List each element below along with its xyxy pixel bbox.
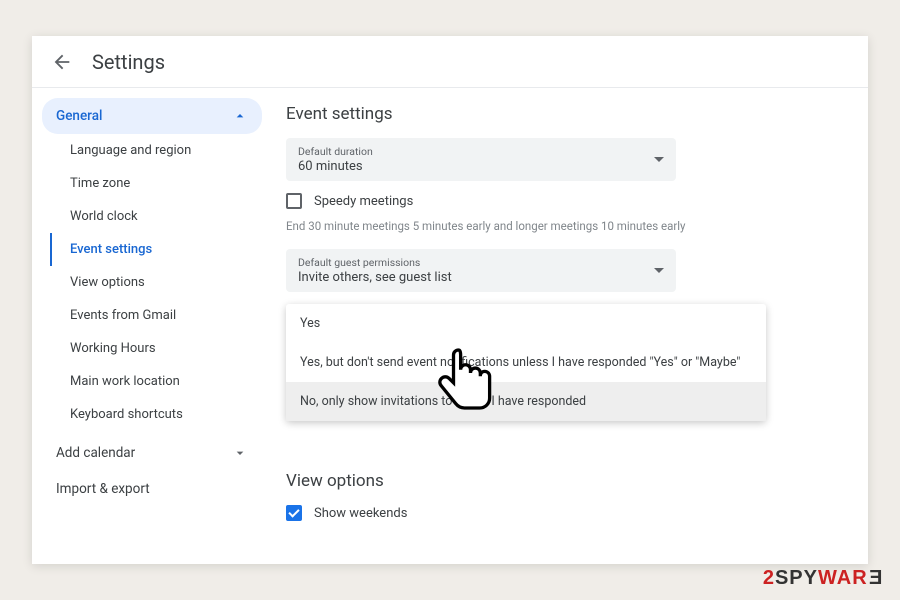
speedy-meetings-label: Speedy meetings [314, 194, 413, 209]
sidebar-group-add-calendar[interactable]: Add calendar [42, 435, 262, 471]
sidebar-item-keyboard-shortcuts[interactable]: Keyboard shortcuts [50, 398, 262, 431]
main-panel: Event settings Default duration 60 minut… [262, 88, 868, 564]
sidebar-item-events-gmail[interactable]: Events from Gmail [50, 299, 262, 332]
sidebar-group-general[interactable]: General [42, 98, 262, 134]
show-weekends-row[interactable]: Show weekends [286, 505, 840, 521]
speedy-meetings-helper: End 30 minute meetings 5 minutes early a… [286, 219, 840, 233]
watermark-logo: 2SPYWARE [763, 567, 882, 590]
chevron-down-icon [232, 445, 248, 461]
sidebar-item-event-settings[interactable]: Event settings [50, 233, 262, 266]
watermark-2: 2 [763, 567, 775, 589]
sidebar-item-work-location[interactable]: Main work location [50, 365, 262, 398]
default-duration-select[interactable]: Default duration 60 minutes [286, 138, 676, 181]
auto-add-invitations-dropdown: Yes Yes, but don't send event notificati… [286, 304, 766, 421]
sidebar-group-label: Import & export [56, 481, 150, 497]
watermark-spy: SPY [775, 567, 818, 589]
back-arrow-icon[interactable] [50, 50, 74, 74]
guest-permissions-value: Invite others, see guest list [298, 270, 452, 285]
guest-permissions-label: Default guest permissions [298, 256, 452, 269]
speedy-meetings-checkbox[interactable] [286, 193, 302, 209]
header-bar: Settings [32, 36, 868, 88]
default-duration-value: 60 minutes [298, 159, 373, 174]
sidebar-general-items: Language and region Time zone World cloc… [42, 134, 262, 431]
sidebar-item-language[interactable]: Language and region [50, 134, 262, 167]
guest-permissions-select[interactable]: Default guest permissions Invite others,… [286, 249, 676, 292]
sidebar-item-timezone[interactable]: Time zone [50, 167, 262, 200]
page-title: Settings [92, 50, 165, 74]
dropdown-caret-icon [654, 157, 664, 162]
sidebar-item-working-hours[interactable]: Working Hours [50, 332, 262, 365]
view-options-title: View options [286, 471, 840, 491]
sidebar-group-import-export[interactable]: Import & export [42, 471, 262, 507]
default-duration-label: Default duration [298, 145, 373, 158]
show-weekends-label: Show weekends [314, 506, 407, 521]
sidebar-group-label: Add calendar [56, 445, 135, 461]
settings-sidebar: General Language and region Time zone Wo… [32, 88, 262, 564]
dropdown-option-yes-conditional[interactable]: Yes, but don't send event notifications … [286, 343, 766, 382]
speedy-meetings-row[interactable]: Speedy meetings [286, 193, 840, 209]
body-layout: General Language and region Time zone Wo… [32, 88, 868, 564]
event-settings-title: Event settings [286, 104, 840, 124]
chevron-up-icon [232, 108, 248, 124]
dropdown-option-no[interactable]: No, only show invitations to which I hav… [286, 382, 766, 421]
sidebar-item-worldclock[interactable]: World clock [50, 200, 262, 233]
sidebar-item-view-options[interactable]: View options [50, 266, 262, 299]
settings-window: Settings General Language and region Tim… [32, 36, 868, 564]
sidebar-group-label: General [56, 108, 102, 124]
show-weekends-checkbox[interactable] [286, 505, 302, 521]
dropdown-caret-icon [654, 268, 664, 273]
watermark-e: E [868, 567, 882, 590]
watermark-war: WAR [818, 567, 868, 589]
dropdown-option-yes[interactable]: Yes [286, 304, 766, 343]
